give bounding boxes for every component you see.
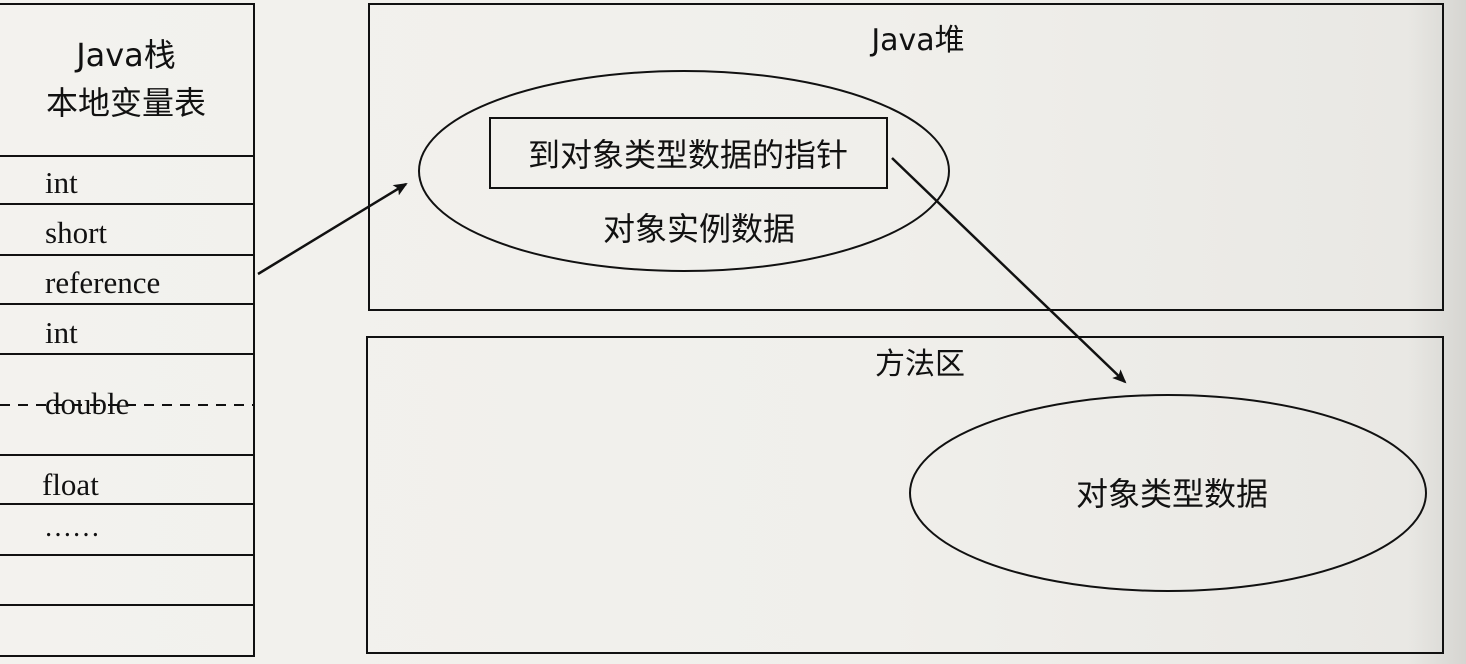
jvm-reference-diagram: Java栈 本地变量表 int short reference int doub… <box>0 3 1444 657</box>
slot-label-double: double <box>45 386 129 421</box>
type-data-label: 对象类型数据 <box>1076 475 1268 513</box>
instance-data-label: 对象实例数据 <box>603 210 795 248</box>
diagram-page: Java栈 本地变量表 int short reference int doub… <box>0 0 1466 664</box>
slot-label-int: int <box>45 315 78 350</box>
reference-to-instance-arrow <box>257 182 408 276</box>
java-stack: Java栈 本地变量表 int short reference int doub… <box>0 3 255 657</box>
slot-label-short: short <box>45 215 107 250</box>
method-area: 方法区 对象类型数据 <box>366 336 1444 654</box>
method-area-frame <box>366 336 1444 654</box>
slot-label-float: float <box>42 467 99 502</box>
java-heap: Java堆 到对象类型数据的指针 对象实例数据 <box>368 3 1444 311</box>
slot-label-reference: reference <box>45 265 160 300</box>
type-pointer-label: 到对象类型数据的指针 <box>528 136 848 174</box>
java-heap-title: Java堆 <box>869 23 964 58</box>
slot-label-ellipsis: …… <box>44 512 100 543</box>
java-stack-title: Java栈 <box>74 36 176 74</box>
local-variable-table-title: 本地变量表 <box>46 84 206 122</box>
slot-label-int: int <box>45 165 78 200</box>
method-area-title: 方法区 <box>875 347 965 382</box>
